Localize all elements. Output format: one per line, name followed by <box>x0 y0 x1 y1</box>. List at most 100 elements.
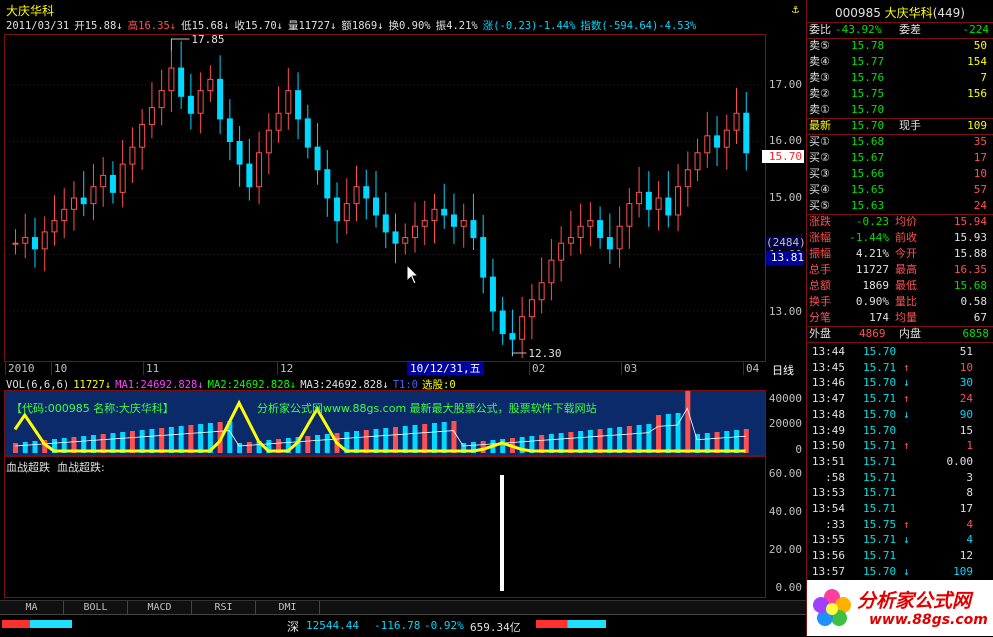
stock-title: 大庆华科 <box>6 4 55 18</box>
last-label: 最新 <box>809 119 831 132</box>
bottom-tab-boll[interactable]: BOLL <box>64 601 128 615</box>
candle-body <box>655 197 662 210</box>
info-item: 换0.90% <box>388 20 431 32</box>
candle-body <box>12 242 19 245</box>
candle-body <box>373 197 380 216</box>
stat-label: 最低 <box>895 279 917 292</box>
chart-area[interactable]: 大庆华科 2011/03/31 开15.88↓ 高16.35↓ 低15.68↓ 收15.… <box>0 0 806 637</box>
volume-bar <box>617 427 623 453</box>
candle-body <box>548 259 555 284</box>
volume-bar <box>22 442 28 453</box>
volume-bar <box>246 442 252 453</box>
volume-bar <box>626 426 632 453</box>
weibi-row: 委比 -43.92% 委差 -224 <box>807 22 993 38</box>
watermark-text: 分析家公式网 <box>857 590 972 612</box>
stat-row: 总手 11727 最高 16.35 <box>807 262 993 278</box>
indicator-axis-label: 60.00 <box>768 467 802 480</box>
candle-body <box>567 237 574 244</box>
tick-price: 15.71 <box>863 502 897 515</box>
candle-body <box>577 225 584 239</box>
status-pct: -0.92% <box>424 619 464 632</box>
bottom-tab-ma[interactable]: MA <box>0 601 64 615</box>
outer-label: 外盘 <box>809 327 831 340</box>
candle-body <box>558 242 565 261</box>
price-plot[interactable]: 17.85 12.30 <box>4 34 766 362</box>
tick-list[interactable]: 13:44 15.70 51 13:45 15.71 ↑ 10 13:46 15.70 ↓ 30 13… <box>807 344 993 580</box>
tick-volume: 15 <box>959 423 973 437</box>
vol-plot[interactable]: 【代码:000985 名称:大庆华科】 分析家公式网www.88gs.com 最… <box>4 390 766 456</box>
candle-body <box>743 112 750 154</box>
candle-body <box>265 129 272 154</box>
quote-code: 000985 <box>835 6 881 20</box>
price-axis-label: 15.00 <box>768 191 802 204</box>
tick-row: 13:57 15.70 ↓ 109 <box>807 564 993 580</box>
candle-body <box>158 90 165 109</box>
candle-body <box>129 146 136 165</box>
bid-row: 买⑤ 15.63 24 <box>807 198 993 214</box>
tick-volume: 17 <box>959 502 973 515</box>
tick-price: 15.70 <box>863 407 897 421</box>
ask-volume: 156 <box>967 87 987 100</box>
indicator-plot[interactable] <box>4 456 766 598</box>
stat-row: 总额 1869 最低 15.68 <box>807 278 993 294</box>
volume-bar <box>451 421 457 453</box>
info-line: 2011/03/31 开15.88↓ 高16.35↓ 低15.68↓ 收15.70↓ 量1… <box>6 18 701 33</box>
candle-body <box>470 220 477 239</box>
tick-row: 13:49 15.70 15 <box>807 423 993 439</box>
tick-row: :33 15.75 ↑ 4 <box>807 517 993 533</box>
price-axis-label: 13.00 <box>768 305 802 318</box>
candle-body <box>295 90 302 120</box>
volume-bar <box>597 429 603 453</box>
indicator-axis-label: 40.00 <box>768 505 802 518</box>
stat-value: 0.90% <box>855 295 889 308</box>
tick-time: 13:57 <box>811 564 845 578</box>
arrow-down-icon: ↓ <box>903 533 910 547</box>
tick-price: 15.70 <box>863 345 897 358</box>
stat-value: 15.88 <box>953 247 987 260</box>
tick-price: 15.71 <box>863 533 897 547</box>
weibi-label: 委比 <box>809 23 831 36</box>
weicha-label: 委差 <box>899 23 921 36</box>
candle-body <box>538 282 545 301</box>
bottom-tabs: MA BOLL MACD RSI DMI <box>0 600 806 615</box>
volume-bar <box>305 436 311 453</box>
candle-body <box>714 135 721 148</box>
date-axis: 2010 10 11 12 02 03 04 <box>4 362 766 376</box>
ask-row: 卖② 15.75 156 <box>807 86 993 102</box>
candle-body <box>139 124 146 148</box>
tick-volume: 30 <box>959 376 973 390</box>
candle-body <box>119 163 126 193</box>
bottom-tab-rsi[interactable]: RSI <box>192 601 256 615</box>
tick-volume: 12 <box>959 549 973 563</box>
bottom-tab-macd[interactable]: MACD <box>128 601 192 615</box>
stat-value: 67 <box>973 311 987 324</box>
tick-volume: 10 <box>959 360 973 374</box>
date-label: 11 <box>146 362 160 375</box>
low-marker: 12.30 <box>528 347 561 360</box>
bottom-tab-dmi[interactable]: DMI <box>256 601 320 615</box>
tick-row: 13:50 15.71 ↑ 1 <box>807 438 993 454</box>
ask-row: 卖① 15.70 <box>807 102 993 118</box>
stat-value: -0.23 <box>855 215 889 228</box>
period-label[interactable]: 日线 <box>772 362 794 378</box>
tick-price: 15.71 <box>863 360 897 374</box>
tick-row: 13:54 15.71 17 <box>807 501 993 517</box>
tick-price: 15.71 <box>863 486 897 500</box>
last-hand: 109 <box>967 119 987 132</box>
ask-price: 15.75 <box>851 87 885 100</box>
bid-label: 买⑤ <box>809 199 830 212</box>
candle-body <box>246 163 253 188</box>
anchor-icon[interactable]: ⚓ <box>789 3 802 16</box>
volume-bar <box>431 423 437 453</box>
tick-row: 13:53 15.71 8 <box>807 485 993 501</box>
weicha-value: -224 <box>962 23 990 36</box>
candle-body <box>148 107 155 126</box>
candle-body <box>499 310 506 335</box>
tick-row: 13:45 15.71 ↑ 10 <box>807 360 993 376</box>
candle-body <box>51 220 58 233</box>
date-tick <box>743 362 744 375</box>
date-tick <box>529 362 530 375</box>
stat-label: 量比 <box>895 295 917 308</box>
ask-volume: 7 <box>980 71 987 84</box>
candle-body <box>616 225 623 250</box>
